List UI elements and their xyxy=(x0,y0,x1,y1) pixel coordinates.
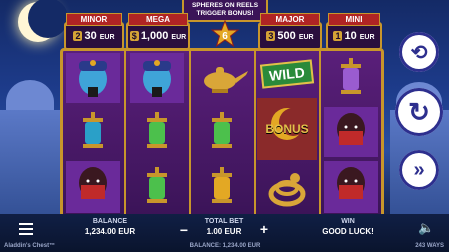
jackpot-mega: MEGA $1,000 EUR xyxy=(126,13,190,50)
star-counter: 6 xyxy=(210,20,240,48)
genie-symbol xyxy=(127,52,187,104)
magic-lamp-symbol xyxy=(192,52,252,104)
princess-symbol xyxy=(322,106,380,158)
jackpot-major: MAJOR 3 500 EUR xyxy=(258,13,322,50)
snake-symbol xyxy=(257,162,317,214)
fast-forward-icon: » xyxy=(413,158,425,181)
total-bet-value: 1.00 EUR xyxy=(206,227,242,236)
turbo-button[interactable]: » xyxy=(399,150,439,190)
trigger-banner: SPHERES ON REELS TRIGGER BONUS! xyxy=(182,0,268,22)
jackpot-mini: MINI 1 10 EUR xyxy=(326,13,382,50)
princess-symbol xyxy=(322,160,380,214)
bonus-symbol: BONUS xyxy=(257,98,317,160)
wild-symbol: WILD xyxy=(257,52,317,96)
princess-symbol xyxy=(63,160,123,214)
sound-button[interactable]: 🔈 xyxy=(418,220,438,236)
autoplay-button[interactable]: ⟲ xyxy=(399,32,439,72)
speaker-icon: 🔈 xyxy=(418,220,435,235)
lantern-symbol xyxy=(127,106,187,158)
spin-button[interactable]: ↻ xyxy=(395,88,443,136)
spin-icon: ↻ xyxy=(408,96,430,127)
autoplay-icon: ⟲ xyxy=(410,41,428,64)
svg-text:6: 6 xyxy=(222,31,228,42)
footer-balance: BALANCE: 1,234.00 EUR xyxy=(189,243,261,249)
total-bet-label: TOTAL BET xyxy=(204,218,244,225)
lantern-symbol xyxy=(192,160,252,214)
menu-icon xyxy=(19,223,33,225)
balance-label: BALANCE xyxy=(92,218,128,225)
jackpot-minor: MINOR 2 30 EUR xyxy=(64,13,124,50)
win-label: WIN xyxy=(341,218,355,225)
ways-count: 243 WAYS xyxy=(415,243,444,249)
genie-symbol xyxy=(63,52,123,104)
increase-bet-button[interactable]: + xyxy=(258,221,270,237)
balance-value: 1,234.00 EUR xyxy=(84,227,136,236)
lantern-symbol xyxy=(192,106,252,158)
decrease-bet-button[interactable]: − xyxy=(178,222,190,238)
lantern-symbol xyxy=(63,106,123,158)
lantern-symbol xyxy=(322,52,380,104)
win-message: GOOD LUCK! xyxy=(322,227,374,236)
menu-button[interactable] xyxy=(14,220,38,238)
lantern-symbol xyxy=(127,160,187,214)
game-title: Aladdin's Chest™ xyxy=(4,243,56,249)
